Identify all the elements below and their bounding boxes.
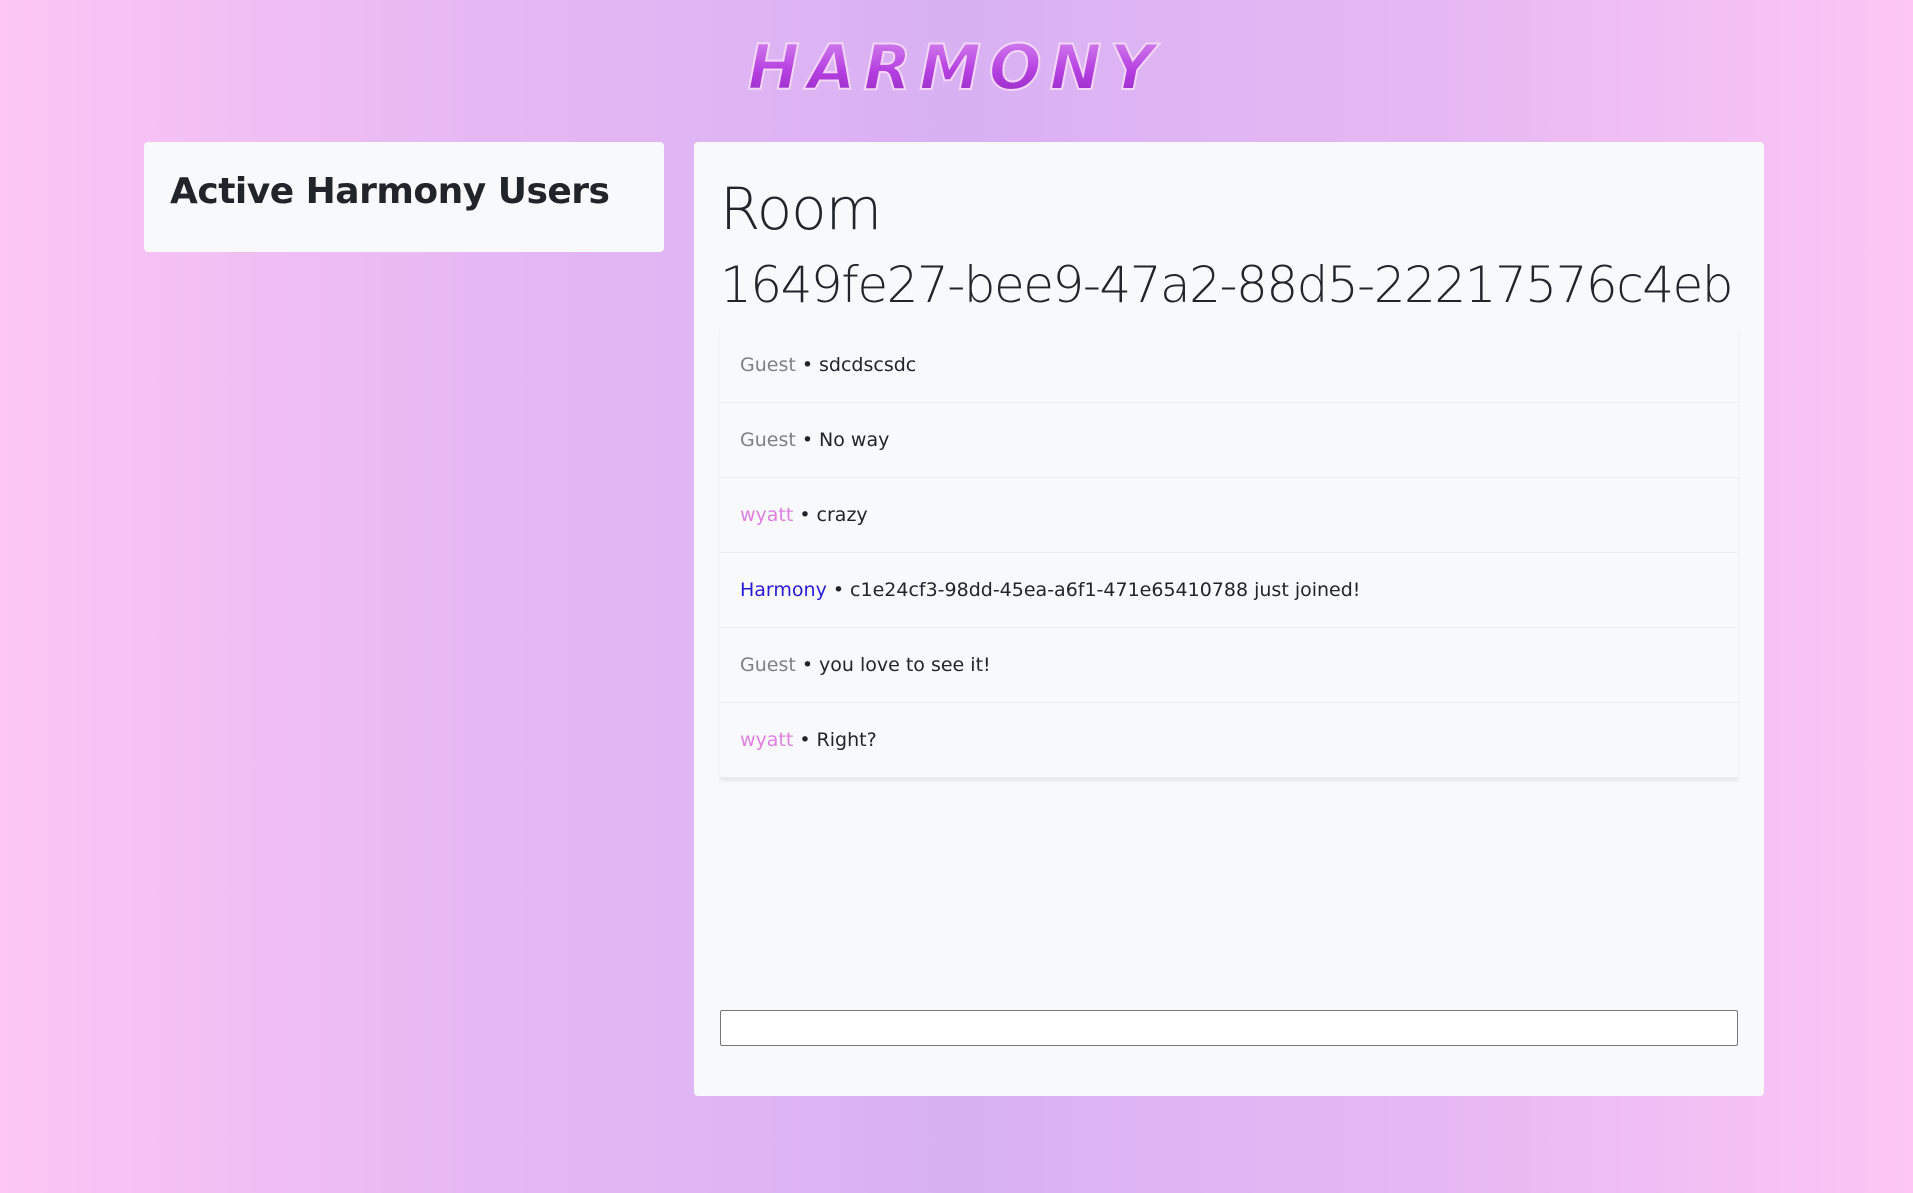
message-item: wyatt • crazy	[720, 478, 1738, 553]
message-separator: •	[832, 579, 845, 601]
message-separator: •	[799, 504, 811, 526]
message-separator: •	[801, 654, 814, 676]
message-author: Guest	[740, 354, 796, 376]
message-text: No way	[819, 429, 890, 451]
message-text: Right?	[816, 729, 877, 751]
message-text: sdcdscsdc	[819, 354, 917, 376]
message-separator: •	[801, 429, 814, 451]
chat-room-panel: Room 1649fe27-bee9-47a2-88d5-22217576c4e…	[694, 142, 1764, 1096]
message-text: you love to see it!	[819, 654, 991, 676]
message-author: wyatt	[740, 504, 794, 526]
message-item: Guest • No way	[720, 403, 1738, 478]
message-list: Guest • sdcdscsdc Guest • No way wyatt •…	[720, 328, 1738, 778]
message-separator: •	[801, 354, 814, 376]
message-author: Harmony	[740, 579, 827, 601]
message-text: c1e24cf3-98dd-45ea-a6f1-471e65410788 jus…	[850, 579, 1361, 601]
active-users-title: Active Harmony Users	[170, 171, 610, 212]
message-item: wyatt • Right?	[720, 703, 1738, 778]
active-users-panel: Active Harmony Users	[144, 142, 664, 252]
message-item: Guest • you love to see it!	[720, 628, 1738, 703]
message-author: Guest	[740, 654, 796, 676]
room-heading: Room	[720, 175, 882, 243]
harmony-logo: HARMONY	[680, 34, 1230, 100]
message-item: Guest • sdcdscsdc	[720, 328, 1738, 403]
message-text: crazy	[816, 504, 868, 526]
message-author: wyatt	[740, 729, 794, 751]
message-input[interactable]	[720, 1010, 1738, 1046]
logo-text: HARMONY	[748, 34, 1163, 100]
room-id: 1649fe27-bee9-47a2-88d5-22217576c4eb	[720, 256, 1734, 314]
message-author: Guest	[740, 429, 796, 451]
harmony-logo-graphic: HARMONY	[747, 34, 1163, 100]
message-separator: •	[799, 729, 811, 751]
message-item: Harmony • c1e24cf3-98dd-45ea-a6f1-471e65…	[720, 553, 1738, 628]
